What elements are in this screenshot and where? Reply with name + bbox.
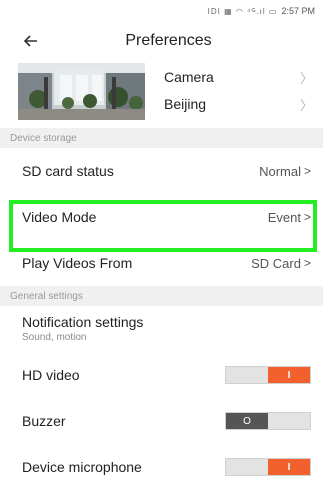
notification-settings-subtitle: Sound, motion (22, 332, 87, 343)
toggle-on-indicator: I (268, 367, 310, 383)
toggle-on-indicator: I (268, 459, 310, 475)
video-mode-label: Video Mode (22, 209, 97, 225)
section-header-device-storage: Device storage (0, 128, 323, 148)
buzzer-row: Buzzer O (0, 398, 323, 444)
camera-name-row[interactable]: Camera 〉 (164, 64, 313, 90)
status-bar: IDI ▦ ◠ ⁴ᴳ.ıl ▭ 2:57 PM (0, 0, 323, 22)
arrow-left-icon (24, 35, 37, 47)
camera-location: Beijing (164, 96, 207, 112)
notification-settings-row[interactable]: Notification settings Sound, motion (0, 306, 323, 352)
page-title: Preferences (125, 32, 212, 49)
device-microphone-toggle[interactable]: I (225, 458, 311, 476)
section-header-general-settings: General settings (0, 286, 323, 306)
back-button[interactable] (20, 30, 42, 52)
play-videos-from-value: SD Card (251, 255, 301, 271)
chevron-right-icon: 〉 (299, 70, 313, 86)
buzzer-label: Buzzer (22, 413, 66, 429)
camera-thumbnail[interactable] (18, 63, 145, 120)
video-mode-row[interactable]: Video Mode Event > (0, 194, 323, 240)
camera-name: Camera (164, 69, 214, 85)
status-icons: IDI ▦ ◠ ⁴ᴳ.ıl ▭ (207, 6, 278, 16)
play-videos-from-row[interactable]: Play Videos From SD Card > (0, 240, 323, 286)
chevron-right-icon: > (303, 210, 311, 224)
hd-video-toggle[interactable]: I (225, 366, 311, 384)
camera-block: Camera 〉 Beijing 〉 (0, 60, 323, 128)
device-microphone-label: Device microphone (22, 459, 142, 475)
camera-location-row[interactable]: Beijing 〉 (164, 91, 313, 117)
chevron-right-icon: 〉 (299, 97, 313, 113)
sd-card-status-value: Normal (259, 163, 301, 179)
camera-snapshot-image (18, 63, 145, 120)
status-time: 2:57 PM (281, 6, 315, 16)
hd-video-row: HD video I (0, 352, 323, 398)
toggle-off-indicator: O (226, 413, 268, 429)
chevron-right-icon: > (303, 164, 311, 178)
video-mode-value: Event (267, 209, 301, 225)
sd-card-status-label: SD card status (22, 163, 114, 179)
hd-video-label: HD video (22, 367, 80, 383)
sd-card-status-row[interactable]: SD card status Normal > (0, 148, 323, 194)
app-bar: Preferences (0, 22, 323, 60)
chevron-right-icon: > (303, 256, 311, 270)
device-microphone-row: Device microphone I (0, 444, 323, 482)
buzzer-toggle[interactable]: O (225, 412, 311, 430)
play-videos-from-label: Play Videos From (22, 255, 133, 271)
notification-settings-title: Notification settings (22, 314, 144, 330)
